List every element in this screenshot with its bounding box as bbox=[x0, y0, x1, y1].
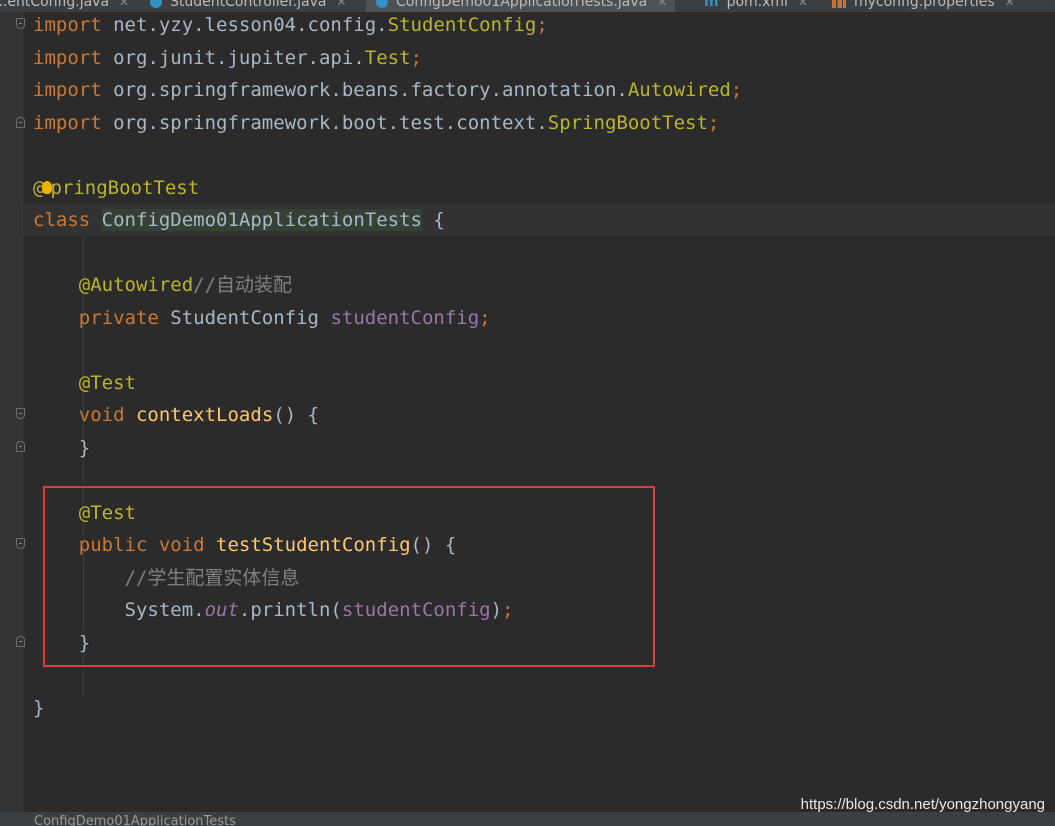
semicolon: ; bbox=[536, 14, 548, 36]
annotation: @Test bbox=[78, 372, 136, 394]
code-line-13[interactable]: void contextLoads() { bbox=[33, 399, 319, 431]
tab-label: myconfig.properties bbox=[854, 0, 995, 10]
package-name: org.junit.jupiter.api. bbox=[101, 47, 365, 69]
code-line-22[interactable]: } bbox=[33, 692, 44, 724]
code-line-4[interactable]: import org.springframework.boot.test.con… bbox=[33, 107, 719, 139]
package-name: org.springframework.beans.factory.annota… bbox=[101, 79, 628, 101]
keyword: import bbox=[33, 47, 102, 69]
close-icon[interactable]: ✕ bbox=[657, 0, 667, 9]
annotation: pringBootTest bbox=[50, 177, 200, 199]
breadcrumb-bar: ConfigDemo01ApplicationTests bbox=[0, 812, 1055, 826]
semicolon: ; bbox=[730, 79, 743, 101]
fold-expand-icon[interactable] bbox=[16, 117, 25, 128]
code-line-12[interactable]: @Test bbox=[33, 367, 136, 399]
keyword: void bbox=[78, 404, 125, 426]
fold-expand-icon[interactable] bbox=[16, 636, 25, 647]
brace: } bbox=[33, 697, 45, 719]
semicolon: ; bbox=[410, 47, 422, 69]
brace: { bbox=[421, 209, 445, 231]
fold-collapse-icon[interactable] bbox=[16, 538, 25, 549]
class-name: ConfigDemo01ApplicationTests bbox=[101, 209, 422, 231]
code-line-6[interactable]: @ pringBootTest bbox=[33, 172, 199, 204]
class-ref: StudentConfig bbox=[387, 14, 537, 36]
keyword: import bbox=[33, 14, 102, 36]
semicolon: ; bbox=[707, 112, 720, 134]
fold-expand-icon[interactable] bbox=[16, 441, 25, 452]
keyword: import bbox=[33, 79, 102, 101]
code-line-3[interactable]: import org.springframework.beans.factory… bbox=[33, 74, 742, 106]
watermark: https://blog.csdn.net/yongzhongyang bbox=[800, 796, 1045, 813]
fold-collapse-icon[interactable] bbox=[16, 408, 25, 419]
tab-pom-xml[interactable]: m pom.xml ✕ bbox=[704, 0, 808, 12]
class-ref: SpringBootTest bbox=[547, 112, 708, 134]
close-icon[interactable]: ✕ bbox=[1005, 0, 1015, 9]
code-line-10[interactable]: private StudentConfig studentConfig; bbox=[33, 302, 491, 334]
java-test-class-icon bbox=[376, 0, 388, 8]
field-name: studentConfig bbox=[330, 307, 480, 329]
semicolon: ; bbox=[479, 307, 491, 329]
code-line-7[interactable]: class ConfigDemo01ApplicationTests { bbox=[33, 204, 445, 236]
package-name: org.springframework.boot.test.context. bbox=[101, 112, 548, 134]
fold-collapse-icon[interactable] bbox=[16, 18, 25, 29]
highlight-box bbox=[43, 486, 655, 667]
maven-icon: m bbox=[704, 0, 719, 10]
annotation: @Autowired bbox=[78, 274, 194, 296]
class-ref: Test bbox=[364, 47, 411, 69]
java-class-icon bbox=[150, 0, 162, 8]
tab-label: pom.xml bbox=[726, 0, 788, 10]
lightbulb-icon[interactable] bbox=[42, 181, 53, 194]
code-line-9[interactable]: @Autowired//自动装配 bbox=[33, 269, 292, 301]
package-name: net.yzy.lesson04.config. bbox=[101, 14, 388, 36]
close-icon[interactable]: ✕ bbox=[119, 0, 129, 9]
tab-myconfig-properties[interactable]: myconfig.properties ✕ bbox=[832, 0, 1015, 12]
properties-icon bbox=[832, 0, 846, 8]
class-ref: Autowired bbox=[627, 79, 731, 101]
breadcrumb[interactable]: ConfigDemo01ApplicationTests bbox=[34, 814, 236, 826]
keyword: class bbox=[33, 209, 91, 231]
method-name: contextLoads bbox=[135, 404, 274, 426]
code-line-2[interactable]: import org.junit.jupiter.api.Test; bbox=[33, 42, 422, 74]
close-icon[interactable]: ✕ bbox=[336, 0, 346, 9]
code-line-14[interactable]: } bbox=[33, 432, 90, 464]
brace: } bbox=[78, 437, 91, 459]
type-name: StudentConfig bbox=[158, 307, 331, 329]
code-line-1[interactable]: import net.yzy.lesson04.config.StudentCo… bbox=[33, 9, 548, 41]
close-icon[interactable]: ✕ bbox=[798, 0, 808, 9]
keyword: private bbox=[78, 307, 159, 329]
brace: () { bbox=[273, 404, 320, 426]
code-editor[interactable]: ...entConfig.java ✕ StudentController.jav… bbox=[0, 0, 1055, 826]
comment: //自动装配 bbox=[193, 274, 293, 296]
keyword: import bbox=[33, 112, 102, 134]
